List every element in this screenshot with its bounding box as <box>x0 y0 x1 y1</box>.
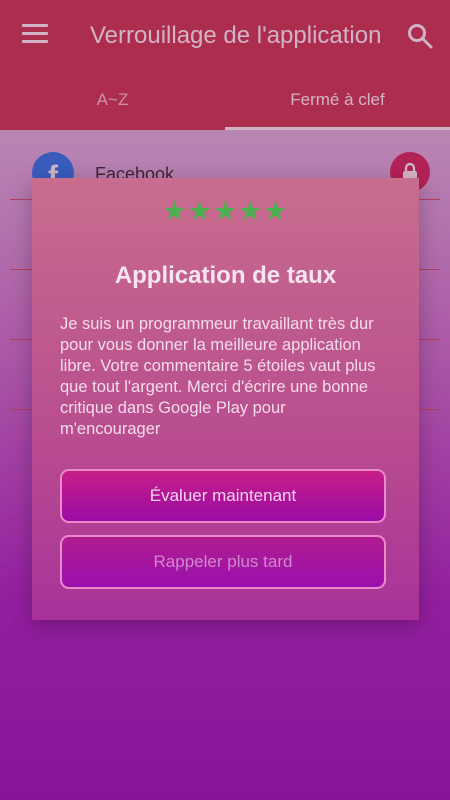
remind-later-label: Rappeler plus tard <box>153 552 293 571</box>
rate-dialog: ★★★★★ Application de taux Je suis un pro… <box>32 178 419 620</box>
dialog-message: Je suis un programmeur travaillant très … <box>60 315 376 438</box>
dialog-title: Application de taux <box>114 262 337 289</box>
rate-now-label: Évaluer maintenant <box>149 486 297 505</box>
star-rating-icon[interactable]: ★★★★★ <box>32 196 419 227</box>
rate-now-button[interactable]: Évaluer maintenant <box>60 469 386 523</box>
remind-later-button[interactable]: Rappeler plus tard <box>60 535 386 589</box>
